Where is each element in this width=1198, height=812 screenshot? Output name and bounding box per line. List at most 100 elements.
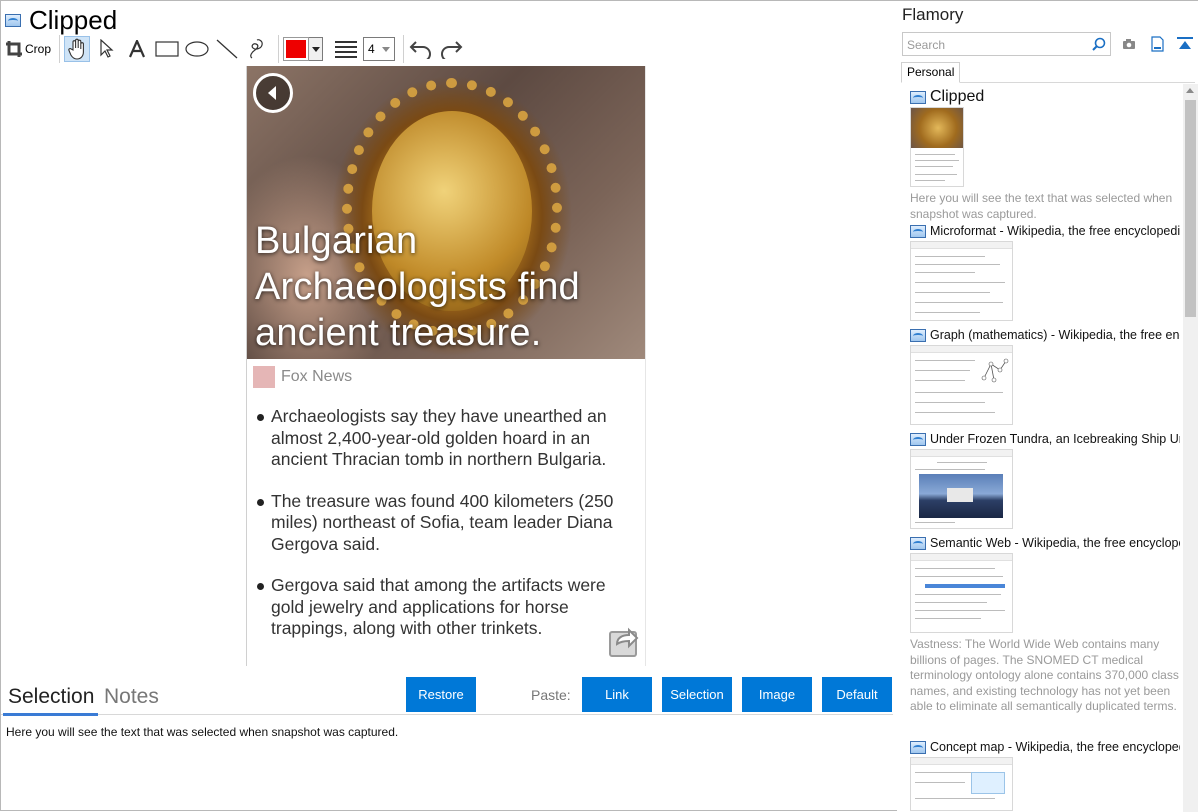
search-input[interactable]: Search	[902, 32, 1111, 56]
snapshot-entry[interactable]: Graph (mathematics) - Wikipedia, the fre…	[910, 327, 1180, 425]
thumbnail-text-line	[915, 602, 987, 603]
selection-text-area[interactable]: Here you will see the text that was sele…	[6, 725, 398, 739]
thumbnail-header	[911, 242, 1012, 249]
entry-thumbnail	[910, 449, 1013, 529]
article-hero-image: Bulgarian Archaeologists find ancient tr…	[247, 66, 645, 359]
ellipse-icon	[185, 41, 209, 57]
thumbnail-text-line	[915, 370, 970, 371]
undo-button[interactable]	[408, 36, 434, 62]
chevron-down-icon	[308, 38, 323, 60]
camera-icon[interactable]	[1121, 36, 1137, 52]
thumbnail-header	[911, 346, 1012, 353]
app-window: Clipped Crop 4 Bulgarian Archaeologists …	[0, 0, 1198, 812]
article-headline: Bulgarian Archaeologists find ancient tr…	[255, 220, 580, 354]
scroll-up-icon[interactable]	[1186, 88, 1194, 93]
undo-icon	[409, 41, 432, 59]
snapshot-icon	[910, 328, 926, 342]
graph-diagram-icon	[981, 358, 1009, 383]
bullet-item: Archaeologists say they have unearthed a…	[255, 406, 640, 471]
ellipse-tool-button[interactable]	[184, 36, 210, 62]
thumbnail-text-line	[937, 462, 987, 463]
tab-personal[interactable]: Personal	[901, 62, 961, 83]
bullet-item: Gergova said that among the artifacts we…	[255, 575, 640, 640]
thumbnail-text-line	[915, 272, 975, 273]
snapshot-icon	[910, 224, 926, 238]
text-tool-button[interactable]	[124, 36, 150, 62]
snapshot-entry[interactable]: Microformat - Wikipedia, the free encycl…	[910, 223, 1180, 321]
thumbnail-text-line	[915, 522, 955, 523]
thumbnail-text-line	[915, 594, 1001, 595]
hand-tool-button[interactable]	[64, 36, 91, 62]
thumbnail-text-line	[915, 610, 1005, 611]
thumbnail-text-line	[915, 798, 995, 799]
line-tool-button[interactable]	[214, 36, 240, 62]
redo-icon	[441, 41, 463, 59]
thumbnail-text-line	[915, 312, 980, 313]
entry-thumbnail	[910, 241, 1013, 321]
line-width-value: 4	[368, 42, 375, 56]
back-button[interactable]	[253, 73, 293, 113]
entry-thumbnail	[910, 757, 1013, 811]
thumbnail-text-line	[915, 264, 1000, 265]
source-name: Fox News	[281, 368, 353, 385]
crop-icon	[6, 41, 22, 57]
line-width-select[interactable]: 4	[363, 36, 396, 62]
thumbnail-text-line	[915, 380, 965, 381]
snapshot-entry[interactable]: Concept map - Wikipedia, the free encycl…	[910, 739, 1180, 811]
tab-selection[interactable]: Selection	[8, 683, 94, 711]
color-swatch	[283, 37, 310, 61]
thumbnail-ship-photo	[919, 474, 1003, 518]
entry-title: Under Frozen Tundra, an Icebreaking Ship…	[930, 432, 1180, 446]
text-icon	[129, 40, 146, 58]
toolbar-divider	[59, 35, 61, 63]
scrollbar-thumb[interactable]	[1185, 100, 1196, 317]
pointer-icon	[100, 39, 114, 58]
article-bullets: Archaeologists say they have unearthed a…	[255, 406, 640, 660]
line-width-icon-button[interactable]	[333, 36, 359, 62]
thumbnail-text-line	[915, 402, 985, 403]
rectangle-tool-button[interactable]	[154, 36, 180, 62]
new-document-icon[interactable]	[1149, 36, 1165, 52]
snapshot-icon	[5, 13, 21, 27]
snapshot-entry[interactable]: Semantic Web - Wikipedia, the free encyc…	[910, 535, 1180, 713]
restore-button[interactable]: Restore	[406, 677, 476, 712]
entry-thumbnail	[910, 553, 1013, 633]
thumbnail-text-line	[915, 360, 975, 361]
paste-selection-button[interactable]: Selection	[662, 677, 732, 712]
paste-image-button[interactable]: Image	[742, 677, 812, 712]
thumbnail-text-line	[915, 772, 975, 773]
share-icon[interactable]	[607, 624, 641, 658]
freehand-tool-button[interactable]	[244, 36, 270, 62]
paste-default-button[interactable]: Default	[822, 677, 892, 712]
snapshot-icon	[910, 90, 926, 104]
snapshot-preview[interactable]: Bulgarian Archaeologists find ancient tr…	[246, 66, 646, 666]
thumbnail-text-line	[915, 412, 995, 413]
toolbar: Crop 4	[5, 35, 468, 63]
snapshot-entry[interactable]: Under Frozen Tundra, an Icebreaking Ship…	[910, 431, 1180, 529]
flamory-sidebar: Flamory Search Personal Clipped Here you…	[897, 1, 1198, 812]
chevron-down-icon	[382, 46, 391, 52]
sidebar-scrollbar[interactable]	[1183, 84, 1198, 812]
pointer-tool-button[interactable]	[94, 36, 120, 62]
color-picker[interactable]	[283, 36, 324, 62]
entry-title: Concept map - Wikipedia, the free encycl…	[930, 740, 1180, 754]
search-placeholder: Search	[907, 38, 946, 52]
rectangle-icon	[155, 41, 179, 57]
active-tab-indicator	[3, 713, 98, 716]
collapse-icon[interactable]	[1177, 36, 1193, 52]
paste-link-button[interactable]: Link	[582, 677, 652, 712]
line-width-icon	[335, 41, 358, 58]
entry-title: Microformat - Wikipedia, the free encycl…	[930, 224, 1180, 238]
bullet-item: The treasure was found 400 kilometers (2…	[255, 491, 640, 556]
tab-notes[interactable]: Notes	[104, 683, 159, 711]
back-arrow-icon	[268, 86, 276, 100]
snapshot-entry[interactable]: Clipped Here you will see the text that …	[910, 88, 1180, 222]
thumbnail-text-line	[915, 576, 1003, 577]
paste-label: Paste:	[531, 687, 571, 703]
sidebar-title: Flamory	[902, 5, 964, 24]
snapshot-icon	[910, 536, 926, 550]
search-icon[interactable]	[1092, 37, 1106, 51]
thumbnail-text-line	[915, 160, 959, 161]
crop-button[interactable]: Crop	[5, 36, 51, 62]
redo-button[interactable]	[438, 36, 464, 62]
